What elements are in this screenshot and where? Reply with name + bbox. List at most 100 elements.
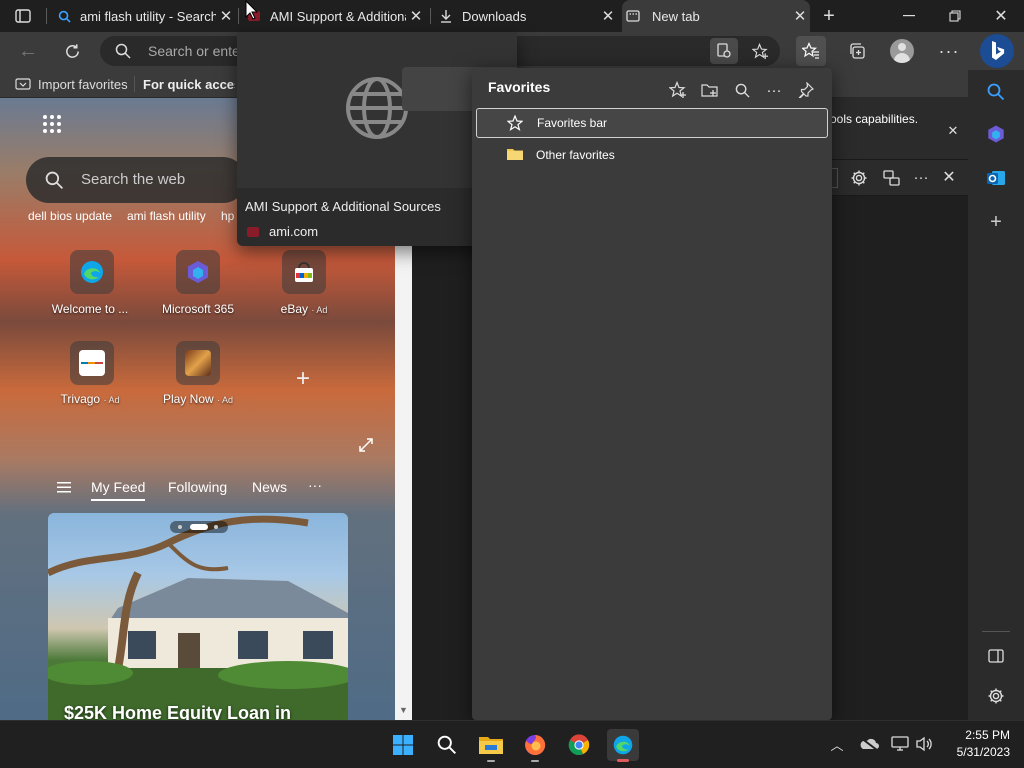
collections-icon[interactable] — [842, 36, 872, 66]
quick-link-trivago[interactable] — [70, 341, 114, 385]
trivago-logo — [79, 350, 105, 376]
feed-tab-news[interactable]: News — [252, 479, 287, 495]
bing-chat-icon[interactable] — [980, 34, 1014, 68]
chrome-icon[interactable] — [563, 729, 595, 761]
volume-icon[interactable] — [914, 735, 934, 753]
add-sidebar-app-icon[interactable]: + — [982, 208, 1010, 236]
favbar-separator — [134, 76, 135, 92]
feed-menu-icon[interactable] — [54, 478, 74, 496]
search-suggestion[interactable]: dell bios update — [28, 209, 112, 223]
restore-icon[interactable] — [942, 6, 968, 26]
profile-avatar[interactable] — [890, 39, 914, 63]
feed-more-icon[interactable]: ··· — [308, 477, 322, 493]
new-tab-icon — [622, 8, 644, 24]
web-search-box[interactable]: Search the web — [26, 157, 246, 203]
search-icon[interactable] — [982, 78, 1010, 106]
favorites-item-favorites-bar[interactable]: Favorites bar — [476, 108, 828, 138]
quick-link-name: eBay — [280, 302, 308, 316]
clock-time[interactable]: 2:55 PM — [946, 728, 1010, 742]
star-outline-icon — [505, 114, 525, 132]
ad-badge: · Ad — [311, 305, 328, 315]
close-tab-icon[interactable]: ✕ — [216, 6, 236, 26]
settings-gear-icon[interactable] — [848, 167, 870, 189]
import-favorites-link[interactable]: Import favorites — [38, 77, 128, 92]
more-options-icon[interactable]: ··· — [934, 36, 964, 66]
apps-grid-icon[interactable] — [42, 114, 62, 134]
quick-link-label: Trivago · Ad — [35, 392, 145, 406]
tab-new-tab[interactable]: New tab ✕ — [622, 0, 810, 32]
favorites-button[interactable] — [796, 36, 826, 66]
hover-card-title: AMI Support & Additional Sources — [245, 199, 441, 214]
tab-ami-support[interactable]: AMI Support & Additional Sources ✕ — [246, 0, 426, 32]
search-icon[interactable] — [728, 76, 756, 104]
open-in-tab-icon[interactable] — [880, 167, 902, 189]
microsoft-365-icon — [188, 261, 208, 283]
add-favorite-icon[interactable] — [746, 38, 774, 64]
quick-link-ebay[interactable] — [282, 250, 326, 294]
tab-separator — [238, 8, 239, 24]
ad-badge: · Ad — [103, 395, 120, 405]
tab-downloads[interactable]: Downloads ✕ — [438, 0, 618, 32]
hide-sidebar-icon[interactable] — [982, 642, 1010, 670]
new-tab-button[interactable]: + — [818, 5, 840, 27]
download-icon — [438, 8, 454, 24]
ad-badge: · Ad — [217, 395, 234, 405]
search-icon — [44, 170, 64, 190]
news-card[interactable]: $25K Home Equity Loan in — [48, 513, 348, 720]
add-favorite-icon[interactable] — [664, 76, 692, 104]
search-icon — [56, 8, 72, 24]
clock-date[interactable]: 5/31/2023 — [946, 745, 1010, 759]
more-options-icon[interactable]: ··· — [760, 76, 788, 104]
tab-separator — [430, 8, 431, 24]
quick-link-name: Trivago — [60, 392, 101, 406]
mouse-cursor-icon — [245, 0, 259, 20]
refresh-icon[interactable] — [58, 37, 86, 65]
read-aloud-icon[interactable] — [710, 38, 738, 64]
more-options-icon[interactable]: ··· — [910, 166, 932, 188]
quick-link-play-now[interactable] — [176, 341, 220, 385]
close-tab-icon[interactable]: ✕ — [790, 6, 810, 26]
folder-icon — [506, 146, 524, 162]
file-explorer-icon[interactable] — [475, 729, 507, 762]
microsoft-365-icon[interactable] — [982, 120, 1010, 148]
edge-taskbar-icon[interactable] — [607, 729, 639, 762]
search-icon — [114, 42, 132, 60]
tab-title: Downloads — [462, 8, 527, 24]
tab-actions-icon[interactable] — [12, 6, 34, 26]
minimize-icon[interactable] — [896, 6, 922, 26]
expand-background-icon[interactable] — [356, 435, 376, 455]
add-folder-icon[interactable] — [696, 76, 724, 104]
scroll-down-arrow-icon[interactable]: ▼ — [397, 704, 410, 716]
add-shortcut-icon[interactable]: + — [290, 365, 316, 392]
onedrive-icon[interactable] — [858, 735, 880, 753]
feed-tab-following[interactable]: Following — [168, 479, 227, 495]
tab-ami-flash-search[interactable]: ami flash utility - Search ✕ — [56, 0, 236, 32]
firefox-icon[interactable] — [519, 729, 551, 762]
news-card-title: $25K Home Equity Loan in — [64, 703, 292, 720]
close-tab-icon[interactable]: ✕ — [406, 6, 426, 26]
close-pane-icon[interactable]: ✕ — [938, 166, 960, 188]
import-favorites-icon — [14, 76, 32, 92]
windows-start-icon[interactable] — [387, 729, 419, 761]
quick-link-label: Play Now · Ad — [143, 392, 253, 406]
settings-gear-icon[interactable] — [982, 682, 1010, 710]
quick-link-microsoft-365[interactable] — [176, 250, 220, 294]
search-suggestion[interactable]: ami flash utility — [127, 209, 206, 223]
close-tab-icon[interactable]: ✕ — [598, 6, 618, 26]
outlook-icon[interactable] — [982, 164, 1010, 192]
search-icon[interactable] — [431, 729, 463, 761]
favorites-item-label: Favorites bar — [537, 116, 608, 130]
show-hidden-icons-chevron-icon[interactable]: ︿ — [828, 735, 846, 753]
game-thumbnail-icon — [185, 350, 211, 376]
info-bar-text: ools capabilities. — [830, 112, 919, 126]
search-suggestion[interactable]: hp — [221, 209, 234, 223]
close-window-icon[interactable]: ✕ — [988, 6, 1014, 26]
pin-icon[interactable] — [792, 76, 820, 104]
feed-tab-my-feed[interactable]: My Feed — [91, 479, 145, 495]
tab-title: AMI Support & Additional Sources — [270, 8, 406, 24]
close-icon[interactable]: ✕ — [944, 122, 962, 140]
back-arrow-icon[interactable]: ← — [14, 37, 42, 65]
network-icon[interactable] — [890, 735, 910, 753]
quick-link-welcome[interactable] — [70, 250, 114, 294]
favorites-item-other-favorites[interactable]: Other favorites — [476, 140, 828, 170]
